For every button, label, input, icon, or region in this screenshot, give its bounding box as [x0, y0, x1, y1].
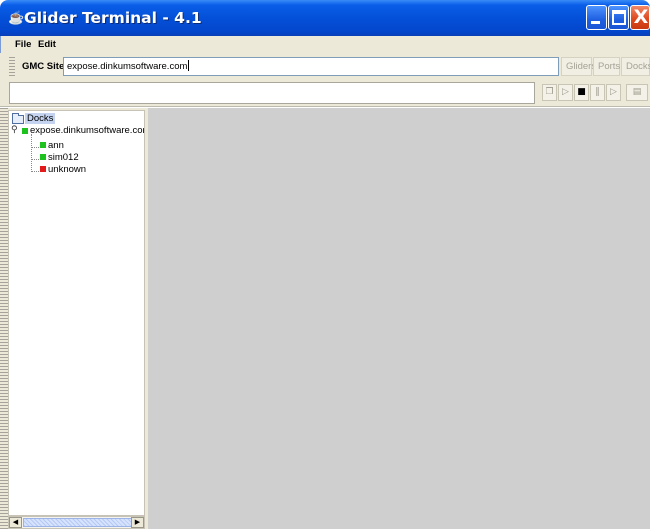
title-bar[interactable]: ☕ Glider Terminal - 4.1 X [0, 0, 650, 36]
glider-status-icon [40, 154, 46, 160]
tree-glider-unknown[interactable]: unknown [48, 164, 86, 175]
tree-horizontal-scrollbar[interactable]: ◀ ▶ [8, 516, 145, 529]
host-status-icon [22, 128, 28, 134]
gliders-button[interactable]: Gliders [561, 57, 596, 76]
close-button[interactable]: X [630, 5, 650, 30]
dock-tree[interactable]: Docks ⚲ expose.dinkumsoftware.com ann si… [8, 110, 145, 516]
menu-edit[interactable]: Edit [38, 39, 56, 50]
ports-button[interactable]: Ports [593, 57, 620, 76]
main-content-pane [148, 108, 650, 529]
pane-grip[interactable] [0, 108, 8, 529]
tree-connector [31, 147, 39, 148]
gmc-site-value: expose.dinkumsoftware.com [67, 61, 188, 72]
menu-bar: File Edit [0, 36, 650, 53]
expand-toggle-icon[interactable]: ⚲ [11, 125, 18, 135]
tree-root-docks[interactable]: Docks [25, 113, 56, 124]
glider-status-icon [40, 142, 46, 148]
glider-status-icon [40, 166, 46, 172]
text-caret [188, 60, 190, 71]
step-icon[interactable]: ▷ [606, 84, 621, 101]
playback-toolbar: ❐ ▷ ■ ‖ ▷ ▤ [0, 79, 650, 107]
tree-connector [31, 171, 39, 172]
minimize-icon [591, 21, 600, 24]
toolbar-grip[interactable] [9, 57, 15, 76]
scroll-right-icon[interactable]: ▶ [131, 517, 144, 528]
tree-host[interactable]: expose.dinkumsoftware.com [30, 125, 144, 136]
terminal-icon[interactable]: ▤ [626, 84, 648, 101]
close-icon: X [633, 6, 649, 28]
tree-glider-sim012[interactable]: sim012 [48, 152, 79, 163]
site-toolbar: GMC Site: expose.dinkumsoftware.com Glid… [0, 53, 650, 79]
maximize-icon [612, 10, 626, 25]
scroll-thumb[interactable] [23, 518, 135, 527]
stop-icon[interactable]: ■ [574, 84, 589, 101]
play-icon[interactable]: ▷ [558, 84, 573, 101]
scroll-left-icon[interactable]: ◀ [9, 517, 22, 528]
tree-pane: Docks ⚲ expose.dinkumsoftware.com ann si… [0, 108, 145, 529]
maximize-button[interactable] [608, 5, 629, 30]
app-icon[interactable]: ☕ [8, 10, 24, 26]
gmc-site-input[interactable]: expose.dinkumsoftware.com [63, 57, 559, 76]
pause-icon[interactable]: ‖ [590, 84, 605, 101]
gmc-site-label: GMC Site: [22, 61, 68, 72]
minimize-button[interactable] [586, 5, 607, 30]
window-title: Glider Terminal - 4.1 [24, 9, 202, 27]
folder-icon [12, 113, 24, 124]
command-field[interactable] [9, 82, 535, 104]
menu-file[interactable]: File [15, 39, 31, 50]
docks-button[interactable]: Docks [621, 57, 650, 76]
tree-connector [31, 134, 32, 172]
tree-connector [31, 159, 39, 160]
open-icon[interactable]: ❐ [542, 84, 557, 101]
tree-glider-ann[interactable]: ann [48, 140, 64, 151]
